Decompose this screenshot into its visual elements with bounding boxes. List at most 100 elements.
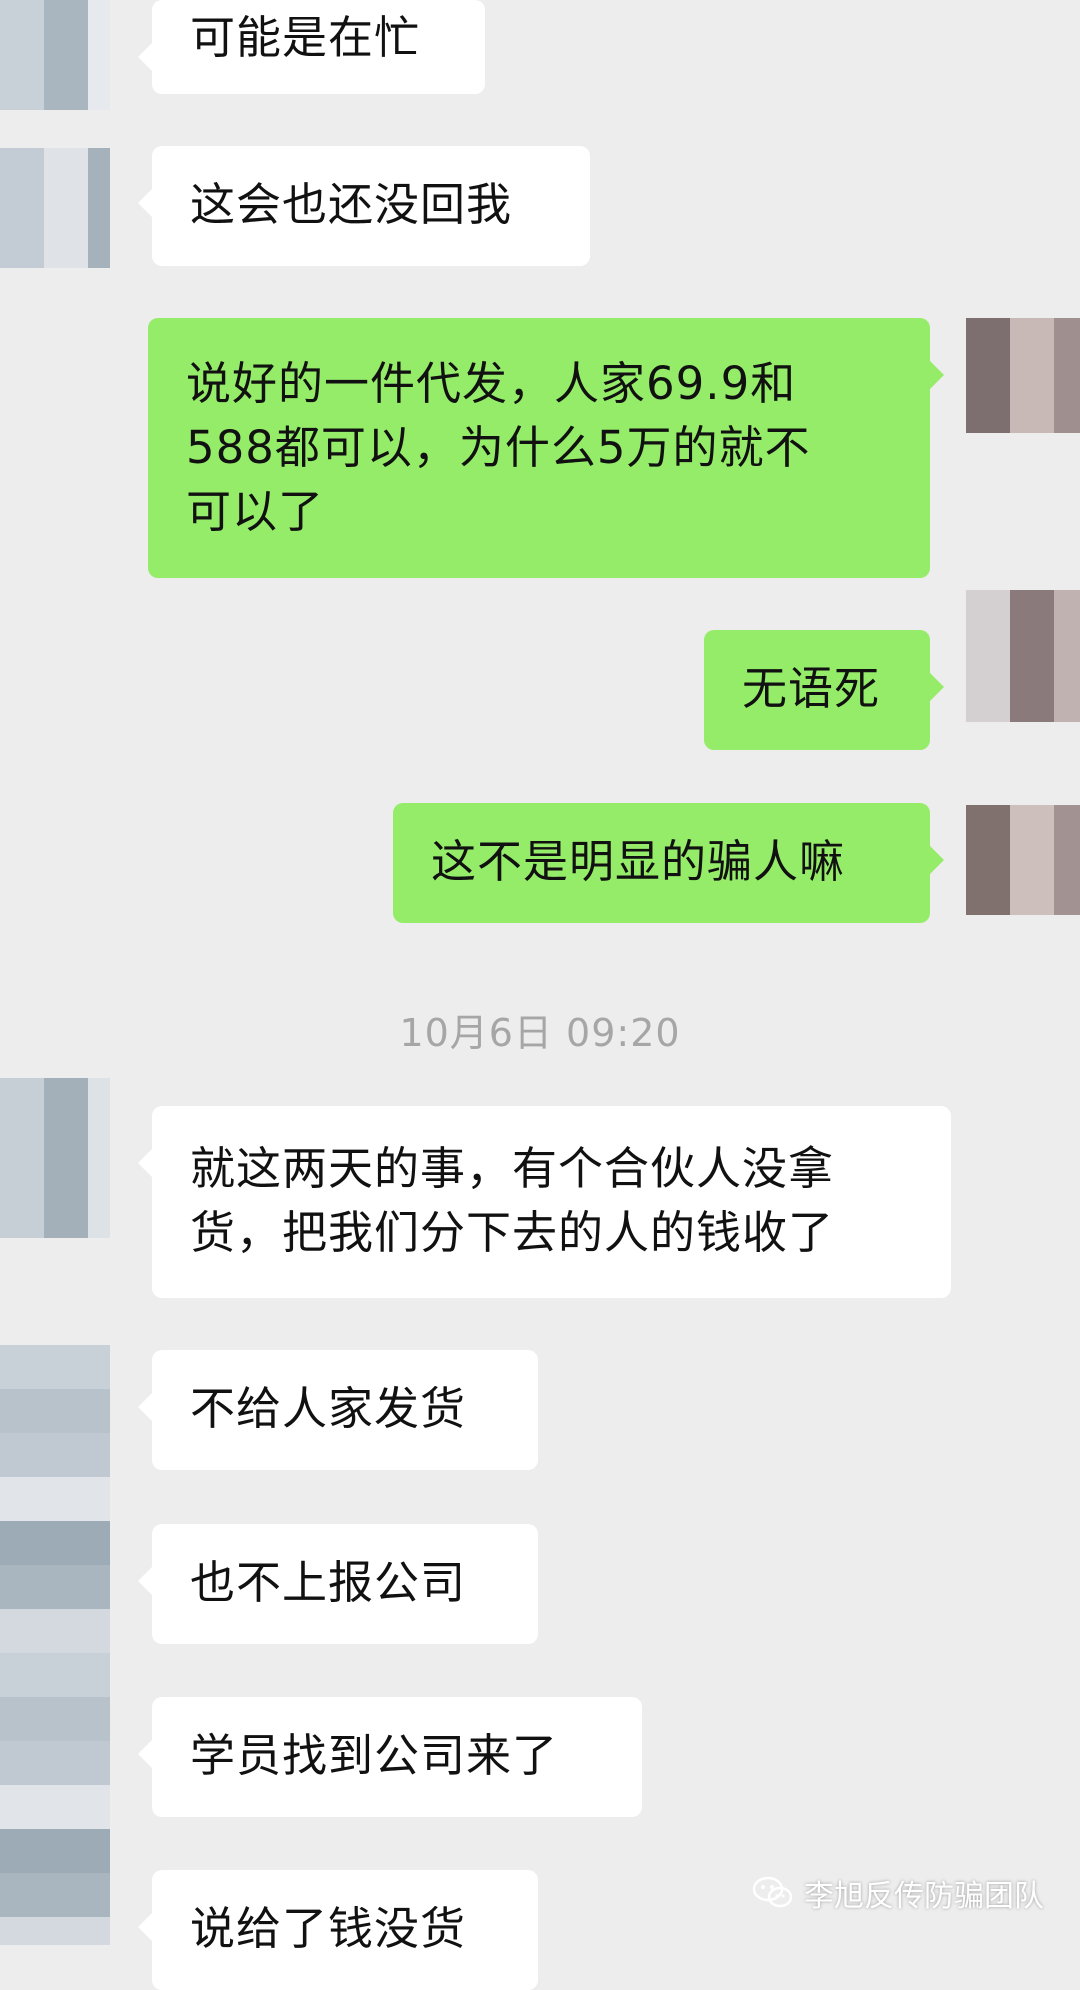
user-avatar[interactable] xyxy=(966,590,1080,722)
avatar-mosaic-tile xyxy=(88,44,110,88)
avatar-mosaic-tile xyxy=(88,1078,110,1122)
avatar-mosaic-tile xyxy=(966,805,1010,849)
avatar-mosaic-tile xyxy=(0,1785,44,1829)
avatar-mosaic-tile xyxy=(0,88,44,110)
avatar-mosaic-tile xyxy=(0,1345,44,1389)
avatar-mosaic-tile xyxy=(44,1653,88,1697)
avatar-mosaic-tile xyxy=(88,236,110,268)
avatar-mosaic-tile xyxy=(0,1078,44,1122)
avatar-mosaic-tile xyxy=(1010,590,1054,634)
avatar-mosaic-tile xyxy=(88,1521,110,1565)
avatar-mosaic-tile xyxy=(88,1210,110,1238)
avatar-mosaic-tile xyxy=(44,1166,88,1210)
avatar-mosaic-tile xyxy=(44,192,88,236)
avatar-mosaic-tile xyxy=(44,1521,88,1565)
avatar-mosaic-tile xyxy=(44,1917,88,1945)
avatar-mosaic-tile xyxy=(0,192,44,236)
avatar-mosaic-tile xyxy=(44,1345,88,1389)
avatar-mosaic-tile xyxy=(0,1565,44,1609)
user-avatar[interactable] xyxy=(966,318,1080,433)
chat-area: 可能是在忙 这会也还没回我 说好的一件代发，人家69.9和 588都可以，为什么… xyxy=(0,0,1080,1990)
message-text: 无语死 xyxy=(742,662,881,715)
avatar-mosaic-tile xyxy=(88,1389,110,1433)
avatar-mosaic-tile xyxy=(1010,678,1054,722)
message-text: 学员找到公司来了 xyxy=(190,1729,559,1782)
avatar-mosaic-tile xyxy=(88,1741,110,1785)
avatar-mosaic-tile xyxy=(44,44,88,88)
avatar-mosaic-tile xyxy=(0,1829,44,1873)
message-timestamp: 10月6日 09:20 xyxy=(399,1011,681,1055)
avatar-mosaic-tile xyxy=(1054,590,1080,634)
avatar-mosaic-tile xyxy=(44,1389,88,1433)
avatar-mosaic-tile xyxy=(88,1345,110,1389)
avatar-mosaic-tile xyxy=(88,1166,110,1210)
avatar-mosaic-tile xyxy=(0,148,44,192)
avatar-mosaic-tile xyxy=(88,0,110,44)
avatar-mosaic-tile xyxy=(0,1697,44,1741)
contact-avatar[interactable] xyxy=(0,148,110,268)
contact-avatar[interactable] xyxy=(0,1345,110,1945)
avatar-mosaic-tile xyxy=(88,192,110,236)
message-bubble-incoming[interactable]: 也不上报公司 xyxy=(138,1524,538,1644)
avatar-mosaic-tile xyxy=(88,1433,110,1477)
avatar-mosaic-tile xyxy=(0,1210,44,1238)
avatar-mosaic-tile xyxy=(0,1653,44,1697)
message-text: 说好的一件代发，人家69.9和 588都可以，为什么5万的就不 可以了 xyxy=(186,357,811,538)
avatar-mosaic-tile xyxy=(44,1873,88,1917)
avatar-mosaic-tile xyxy=(966,849,1010,893)
message-bubble-incoming[interactable]: 这会也还没回我 xyxy=(138,146,590,266)
contact-avatar[interactable] xyxy=(0,0,110,110)
avatar-mosaic-tile xyxy=(1010,634,1054,678)
avatar-mosaic-tile xyxy=(1054,634,1080,678)
message-bubble-outgoing[interactable]: 无语死 xyxy=(704,630,944,750)
avatar-mosaic-tile xyxy=(88,1697,110,1741)
avatar-mosaic-tile xyxy=(88,88,110,110)
avatar-mosaic-tile xyxy=(1054,362,1080,406)
avatar-mosaic-tile xyxy=(966,590,1010,634)
avatar-mosaic-tile xyxy=(44,1565,88,1609)
avatar-mosaic-tile xyxy=(44,1433,88,1477)
message-bubble-incoming[interactable]: 可能是在忙 xyxy=(138,0,485,94)
avatar-mosaic-tile xyxy=(88,1829,110,1873)
avatar-mosaic-tile xyxy=(1054,678,1080,722)
watermark: 李旭反传防骗团队 xyxy=(752,1868,1044,1918)
message-bubble-outgoing[interactable]: 说好的一件代发，人家69.9和 588都可以，为什么5万的就不 可以了 xyxy=(148,318,944,578)
avatar-mosaic-tile xyxy=(88,1477,110,1521)
avatar-mosaic-tile xyxy=(0,1917,44,1945)
avatar-mosaic-tile xyxy=(88,1565,110,1609)
message-bubble-outgoing[interactable]: 这不是明显的骗人嘛 xyxy=(393,803,944,923)
avatar-mosaic-tile xyxy=(44,0,88,44)
avatar-mosaic-tile xyxy=(44,88,88,110)
avatar-mosaic-tile xyxy=(44,1210,88,1238)
avatar-mosaic-tile xyxy=(0,236,44,268)
avatar-mosaic-tile xyxy=(1010,406,1054,433)
avatar-mosaic-tile xyxy=(0,1389,44,1433)
avatar-mosaic-tile xyxy=(44,1741,88,1785)
avatar-mosaic-tile xyxy=(44,236,88,268)
avatar-mosaic-tile xyxy=(44,1078,88,1122)
avatar-mosaic-tile xyxy=(966,406,1010,433)
avatar-mosaic-tile xyxy=(0,1609,44,1653)
message-bubble-incoming[interactable]: 不给人家发货 xyxy=(138,1350,538,1470)
avatar-mosaic-tile xyxy=(0,1166,44,1210)
avatar-mosaic-tile xyxy=(0,44,44,88)
avatar-mosaic-tile xyxy=(88,1609,110,1653)
contact-avatar[interactable] xyxy=(0,1078,110,1238)
avatar-mosaic-tile xyxy=(1010,362,1054,406)
avatar-mosaic-tile xyxy=(0,0,44,44)
avatar-mosaic-tile xyxy=(1010,849,1054,893)
message-text: 这会也还没回我 xyxy=(190,178,513,231)
avatar-mosaic-tile xyxy=(88,1785,110,1829)
message-bubble-incoming[interactable]: 说给了钱没货 xyxy=(138,1870,538,1990)
message-text: 也不上报公司 xyxy=(190,1556,467,1609)
avatar-mosaic-tile xyxy=(1010,893,1054,915)
avatar-mosaic-tile xyxy=(1054,893,1080,915)
avatar-mosaic-tile xyxy=(1054,849,1080,893)
message-bubble-incoming[interactable]: 学员找到公司来了 xyxy=(138,1697,642,1817)
avatar-mosaic-tile xyxy=(44,1477,88,1521)
avatar-mosaic-tile xyxy=(44,148,88,192)
avatar-mosaic-tile xyxy=(88,1122,110,1166)
user-avatar[interactable] xyxy=(966,805,1080,915)
message-bubble-incoming[interactable]: 就这两天的事，有个合伙人没拿 货，把我们分下去的人的钱收了 xyxy=(138,1106,951,1298)
avatar-mosaic-tile xyxy=(1010,805,1054,849)
